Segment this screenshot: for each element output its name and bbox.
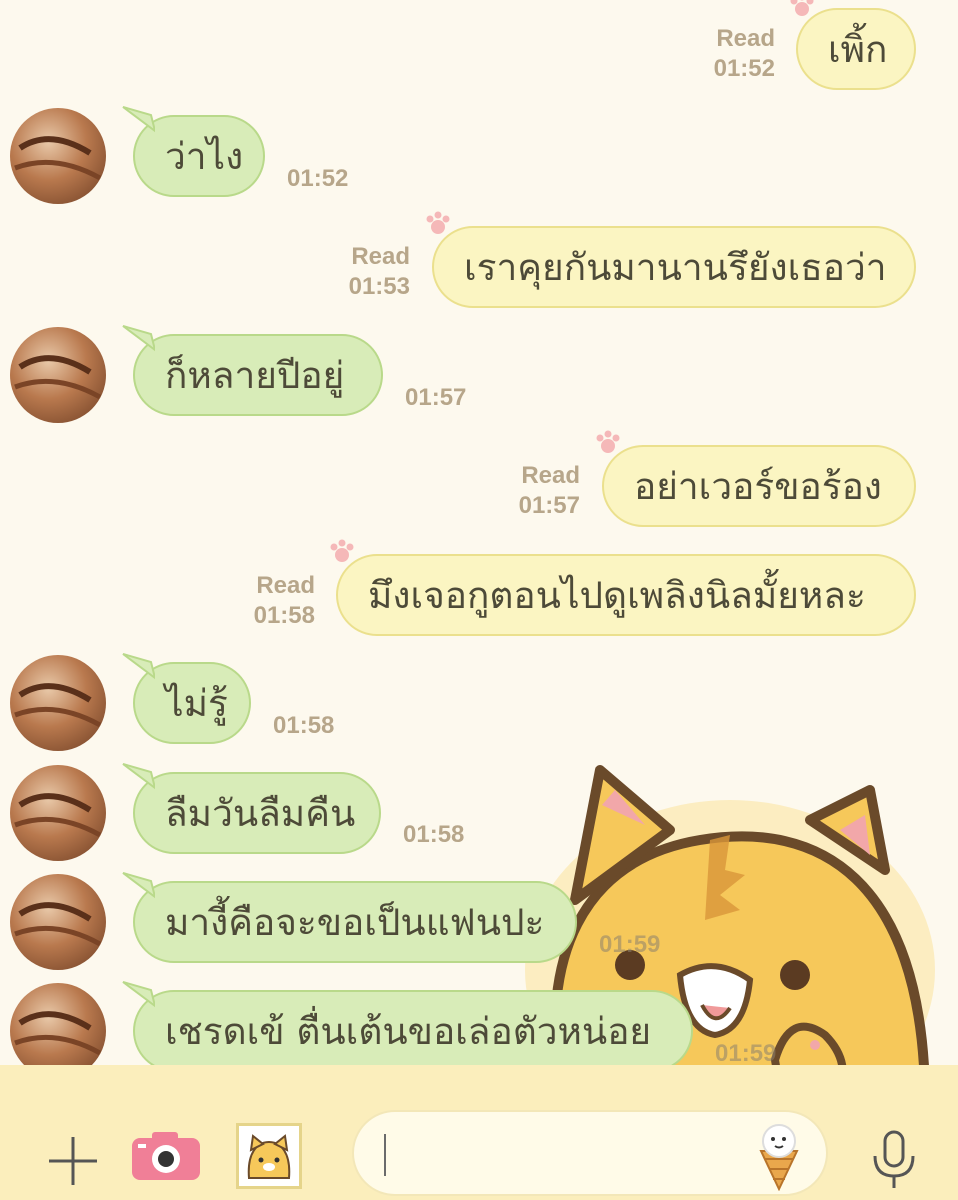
message-text: อย่าเวอร์ขอร้อง	[634, 465, 882, 508]
outgoing-message-bubble[interactable]: เราคุยกันมานานรึยังเธอว่า	[426, 211, 916, 308]
paw-icon	[596, 430, 620, 453]
contact-avatar[interactable]	[10, 874, 106, 970]
camera-icon	[132, 1132, 200, 1180]
read-receipt: Read 01:53	[335, 242, 410, 302]
voice-message-button[interactable]	[862, 1128, 926, 1192]
message-text: เพิ้ก	[828, 28, 888, 71]
read-label: Read	[351, 243, 410, 270]
read-receipt: Read 01:52	[700, 24, 775, 84]
contact-avatar[interactable]	[10, 765, 106, 861]
paw-icon	[790, 0, 814, 16]
incoming-message-bubble[interactable]: ว่าไง	[122, 106, 265, 197]
bubble-tail	[122, 872, 155, 899]
message-time: 01:58	[253, 602, 315, 629]
message-text: มางี้คือจะขอเป็นแฟนปะ	[165, 901, 545, 944]
read-receipt: Read 01:57	[505, 461, 580, 521]
plus-icon	[49, 1137, 97, 1185]
message-time: 01:53	[348, 273, 410, 300]
incoming-message-bubble[interactable]: ลืมวันลืมคืน	[122, 763, 381, 854]
contact-avatar[interactable]	[10, 327, 106, 423]
contact-avatar[interactable]	[10, 983, 106, 1065]
message-time: 01:59	[599, 931, 661, 958]
bubble-tail	[122, 653, 155, 680]
paw-icon	[426, 211, 450, 234]
bubble-tail	[122, 981, 155, 1008]
bubble-tail	[122, 763, 155, 790]
read-label: Read	[521, 462, 580, 489]
add-attachment-button[interactable]	[40, 1128, 106, 1194]
outgoing-message-bubble[interactable]: อย่าเวอร์ขอร้อง	[596, 430, 916, 527]
message-time: 01:52	[287, 165, 349, 192]
emoji-button[interactable]	[749, 1118, 809, 1192]
contact-avatar[interactable]	[10, 108, 106, 204]
read-receipt: Read 01:58	[240, 571, 315, 631]
microphone-icon	[873, 1130, 915, 1188]
outgoing-message-bubble[interactable]: เพิ้ก	[790, 0, 916, 90]
message-time: 01:52	[713, 55, 775, 82]
bubble-tail	[122, 106, 155, 133]
message-text: เราคุยกันมานานรึยังเธอว่า	[464, 246, 887, 289]
message-text: ไม่รู้	[165, 682, 228, 725]
incoming-message-bubble[interactable]: มางี้คือจะขอเป็นแฟนปะ	[122, 872, 577, 963]
ice-cream-emoji-icon	[759, 1124, 799, 1191]
contact-avatar[interactable]	[10, 655, 106, 751]
chat-area[interactable]: Read 01:52 เพิ้ก ว่าไง 01:52 Read 01:53 เร…	[0, 0, 958, 1065]
message-text: ก็หลายปีอยู่	[165, 354, 345, 397]
message-time: 01:57	[405, 384, 467, 411]
message-text: เชรดเข้ ตื่นเต้นขอเล่อตัวหน่อย	[165, 1010, 652, 1053]
message-time: 01:58	[403, 821, 465, 848]
message-text: มึงเจอกูตอนไปดูเพลิงนิลมั้ยหละ	[368, 574, 866, 617]
sticker-button[interactable]	[236, 1123, 302, 1189]
incoming-message-bubble[interactable]: เชรดเข้ ตื่นเต้นขอเล่อตัวหน่อย	[122, 981, 693, 1065]
message-time: 01:58	[273, 712, 335, 739]
bubble-tail	[122, 325, 155, 352]
outgoing-message-bubble[interactable]: มึงเจอกูตอนไปดูเพลิงนิลมั้ยหละ	[330, 539, 916, 636]
incoming-message-bubble[interactable]: ก็หลายปีอยู่	[122, 325, 383, 416]
text-cursor	[384, 1134, 386, 1176]
message-time: 01:59	[715, 1040, 777, 1065]
message-text: ลืมวันลืมคืน	[165, 792, 356, 835]
message-input[interactable]	[352, 1110, 828, 1196]
read-label: Read	[256, 572, 315, 599]
read-label: Read	[716, 25, 775, 52]
message-time: 01:57	[518, 492, 580, 519]
paw-icon	[330, 539, 354, 562]
incoming-message-bubble[interactable]: ไม่รู้	[122, 653, 251, 744]
message-text: ว่าไง	[165, 135, 244, 178]
tiger-sticker-icon	[247, 1134, 291, 1179]
camera-button[interactable]	[128, 1128, 204, 1184]
